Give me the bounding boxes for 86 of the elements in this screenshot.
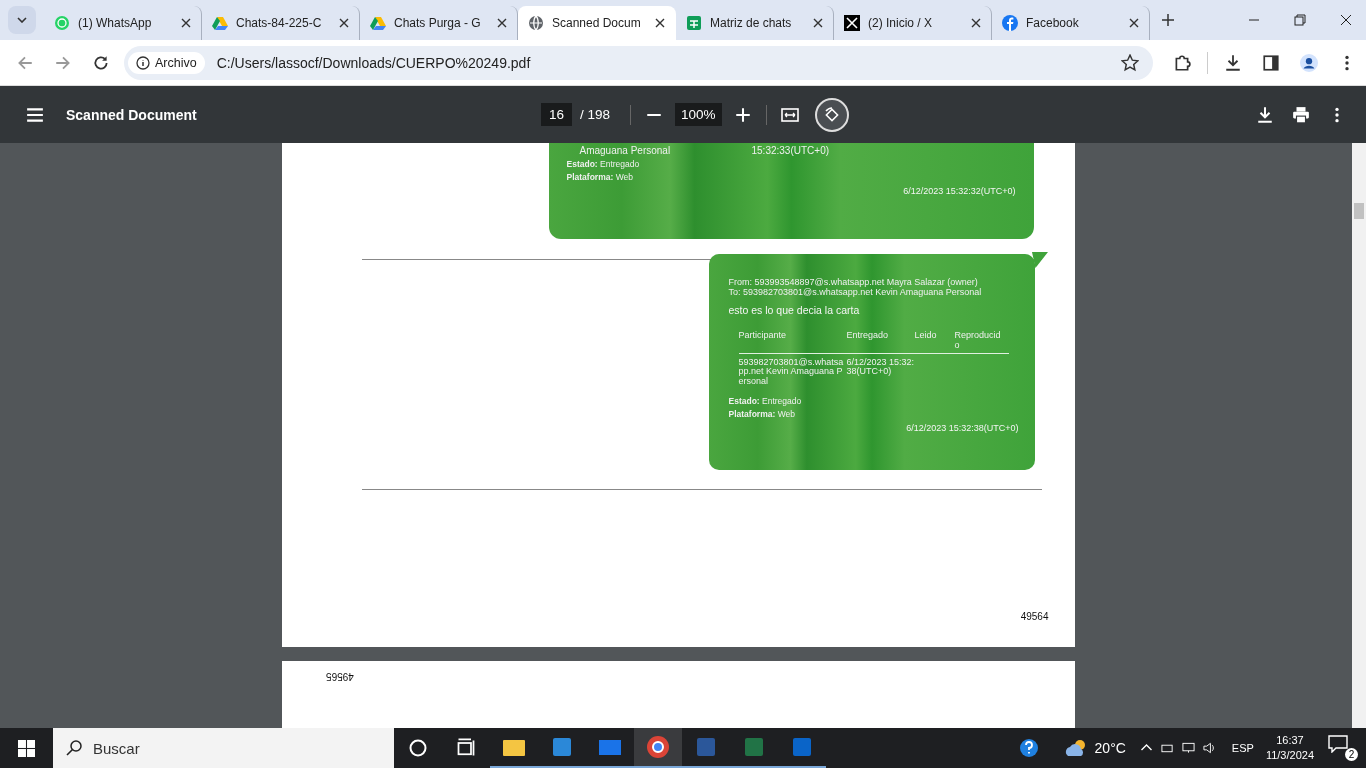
delivered-time: 15:32:33(UTC+0) (751, 145, 830, 156)
column-header: Participante (738, 329, 788, 340)
page-number: 49564 (1020, 611, 1049, 622)
close-icon[interactable] (497, 18, 507, 28)
page-number-field[interactable]: 16 (541, 103, 573, 126)
circle-logo-icon (646, 735, 670, 759)
globe-icon (528, 15, 544, 31)
spreadsheet-icon (686, 15, 702, 31)
bag-icon (550, 735, 574, 759)
x-letter-icon (844, 15, 860, 31)
zoom-field[interactable]: 100% (675, 103, 722, 126)
close-icon[interactable] (1129, 18, 1139, 28)
language-indicator[interactable]: ESP (1231, 742, 1254, 754)
help-icon[interactable] (1018, 738, 1039, 758)
tab-title: Facebook (1026, 16, 1080, 30)
sender-text: From: 593993548897@s.whatsapp.net Mayra Salazar (owner) (728, 278, 979, 288)
page-number: 49565 (325, 671, 354, 682)
chevron-down-icon (17, 17, 27, 23)
tab-title: (1) WhatsApp (78, 16, 153, 30)
close-icon[interactable] (655, 18, 665, 28)
task-view-icon[interactable] (456, 738, 476, 758)
fit-page-icon[interactable] (780, 105, 799, 124)
document-title: Scanned Document (66, 106, 197, 123)
recipient-text: To: 593982703801@s.whatsapp.net Kevin Amaguana Personal (728, 287, 983, 298)
close-icon[interactable] (971, 18, 981, 28)
message-text: esto es lo que decia la carta (728, 303, 861, 316)
platform-text: Plataforma: Web (566, 172, 634, 182)
tab-title: Scanned Docum (552, 16, 642, 30)
tab-search-button[interactable] (8, 6, 36, 34)
close-icon[interactable] (813, 18, 823, 28)
windows-logo-icon[interactable] (18, 739, 35, 757)
bubble-tail-drawing (1031, 252, 1048, 268)
close-icon[interactable] (339, 18, 349, 28)
page-count: / 198 (580, 107, 611, 122)
f-letter-icon (1002, 15, 1018, 31)
column-header: Leido (914, 329, 938, 340)
column-header: Reproducido (954, 329, 1002, 350)
avatar-icon[interactable] (1300, 53, 1318, 72)
speech-bubble-icon (1328, 735, 1348, 753)
restore-icon[interactable] (1294, 14, 1306, 26)
url-text: C:/Users/lassocf/Downloads/CUERPO%20249.pdf (216, 54, 532, 71)
reload-icon[interactable] (92, 53, 110, 72)
monitor-icon[interactable] (1181, 742, 1195, 754)
new-tab-icon[interactable] (1162, 14, 1174, 26)
puzzle-icon[interactable] (1173, 53, 1191, 72)
clock-time: 16:37 (1276, 732, 1304, 748)
tab-title: Chats-84-225-C (236, 16, 323, 30)
table-cell-text: 593982703801@s.whatsapp.net Kevin Amaguana Personal (738, 357, 845, 387)
message-timestamp: 6/12/2023 15:32:38(UTC+0) (905, 423, 1019, 434)
taskbar-app[interactable] (634, 728, 682, 768)
rotate-button[interactable] (814, 97, 849, 132)
tab-title: Matriz de chats (710, 16, 793, 30)
taskbar-search-field[interactable]: Buscar (53, 728, 394, 768)
info-icon (136, 55, 150, 70)
clock-date: 11/3/2024 (1265, 748, 1314, 763)
download-icon[interactable] (1224, 53, 1242, 72)
table-cell-text: 6/12/2023 15:32:38(UTC+0) (846, 357, 915, 379)
column-header: Entregado (846, 329, 890, 340)
recipient-text: Amaguana Personal (578, 145, 672, 156)
scrollbar[interactable] (1352, 143, 1366, 728)
site-info-chip[interactable]: Archivo (128, 51, 205, 74)
search-placeholder: Buscar (93, 739, 140, 757)
triangle-icon (370, 15, 386, 31)
platform-text: Plataforma: Web (728, 409, 796, 420)
star-icon[interactable] (1121, 53, 1139, 72)
status-text: Estado: Entregado (728, 396, 803, 407)
circle-icon[interactable] (408, 738, 428, 758)
speaker-icon[interactable] (1202, 742, 1216, 754)
address-bar[interactable]: Archivo C:/Users/lassocf/Downloads/CUERPO%20249.pdf (124, 45, 1153, 80)
browser-tab[interactable]: Scanned Docum (518, 6, 676, 40)
print-icon[interactable] (1292, 105, 1310, 124)
side-panel-icon[interactable] (1262, 53, 1280, 72)
temperature-text: 20°C (1094, 740, 1126, 756)
chip-label: Archivo (155, 55, 197, 70)
close-icon[interactable] (181, 18, 191, 28)
notification-count: 2 (1345, 748, 1358, 761)
tab-title: Chats Purga - G (394, 16, 482, 30)
close-icon[interactable] (1340, 14, 1352, 26)
status-text: Estado: Entregado (566, 159, 641, 169)
triangle-icon (212, 15, 228, 31)
menu-icon[interactable] (26, 105, 44, 124)
zoom-in-icon[interactable] (733, 105, 752, 124)
message-timestamp: 6/12/2023 15:32:32(UTC+0) (902, 186, 1016, 196)
search-icon (65, 739, 83, 757)
notifications-button[interactable]: 2 (1328, 735, 1358, 761)
tab-title: (2) Inicio / X (868, 16, 934, 30)
